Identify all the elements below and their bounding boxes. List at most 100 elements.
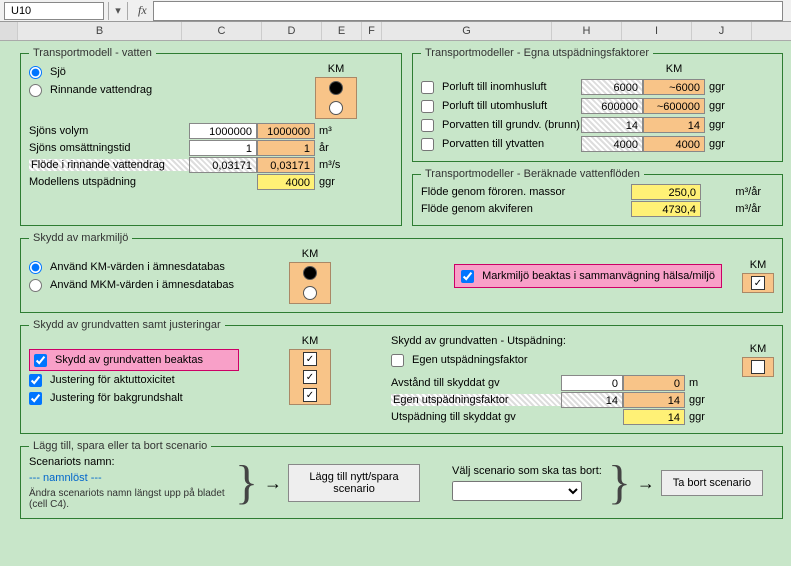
fs-skydd-markmiljo: Skydd av markmiljö Använd KM-värden i äm… <box>20 232 783 313</box>
col-D[interactable]: D <box>262 22 322 40</box>
unit: ggr <box>685 394 715 406</box>
column-headers: B C D E F G H I J <box>0 22 791 41</box>
col-G[interactable]: G <box>382 22 552 40</box>
label-aktut: Justering för aktuttoxicitet <box>50 374 175 386</box>
fs-beraknade-floden: Transportmodeller - Beräknade vattenflöd… <box>412 168 783 226</box>
name-label: Scenariots namn: <box>29 456 229 468</box>
km-header: KM <box>289 335 331 347</box>
val-c[interactable]: 1 <box>189 140 257 156</box>
km-dot[interactable] <box>303 286 317 300</box>
chk-aktut[interactable] <box>29 374 42 387</box>
val-i: 14 <box>643 117 705 133</box>
select-all-corner[interactable] <box>0 22 18 40</box>
km-chk[interactable] <box>751 276 765 290</box>
label-bakgrund: Justering för bakgrundshalt <box>50 392 183 404</box>
col-B[interactable]: B <box>18 22 182 40</box>
km-chk[interactable] <box>303 370 317 384</box>
unit: m³/s <box>315 159 351 171</box>
chk-markmiljo[interactable] <box>461 270 474 283</box>
val-h: 4000 <box>581 136 643 152</box>
radio-sjo[interactable] <box>29 66 42 79</box>
km-chk-box <box>742 357 774 377</box>
km-chk[interactable] <box>303 352 317 366</box>
val-h: 600000 <box>581 98 643 114</box>
unit: ggr <box>705 119 737 131</box>
col-C[interactable]: C <box>182 22 262 40</box>
km-header: KM <box>643 63 705 75</box>
legend: Skydd av grundvatten samt justeringar <box>29 319 225 331</box>
fx-label[interactable]: fx <box>138 3 147 18</box>
formula-bar: U10 ▾ fx <box>0 0 791 22</box>
label-sjo: Sjö <box>50 66 66 78</box>
col-J[interactable]: J <box>692 22 752 40</box>
row-label: Porvatten till grundv. (brunn) <box>442 119 580 131</box>
label-km: Använd KM-värden i ämnesdatabas <box>50 261 225 273</box>
name-box[interactable]: U10 <box>4 2 104 20</box>
km-chk[interactable] <box>303 388 317 402</box>
km-dot[interactable] <box>329 101 343 115</box>
row-label: Porvatten till ytvatten <box>442 138 544 150</box>
unit: ggr <box>705 100 737 112</box>
unit: ggr <box>705 81 737 93</box>
km-radio-box <box>315 77 357 119</box>
chk[interactable] <box>421 81 434 94</box>
val-c[interactable]: 1000000 <box>189 123 257 139</box>
fs-transport-vatten: Transportmodell - vatten Sjö Rinnande va… <box>20 47 402 226</box>
radio-rinnande[interactable] <box>29 84 42 97</box>
arrow-right-icon: → <box>637 473 655 494</box>
right-title: Skydd av grundvatten - Utspädning: <box>391 335 774 347</box>
scenario-name: --- namnlöst --- <box>29 472 229 484</box>
chk-bakgrund[interactable] <box>29 392 42 405</box>
col-E[interactable]: E <box>322 22 362 40</box>
scenario-note: Ändra scenariots namn längst upp på blad… <box>29 488 229 510</box>
formula-input[interactable] <box>153 1 783 21</box>
km-dot-selected[interactable] <box>329 81 343 95</box>
km-header: KM <box>742 259 774 271</box>
unit: år <box>315 142 351 154</box>
radio-km[interactable] <box>29 261 42 274</box>
row-label: Porluft till utomhusluft <box>442 100 547 112</box>
val-h: 6000 <box>581 79 643 95</box>
val-i: 14 <box>623 409 685 425</box>
unit: ggr <box>685 411 715 423</box>
label-rinnande: Rinnande vattendrag <box>50 84 152 96</box>
km-header: KM <box>289 248 331 260</box>
km-dot-selected[interactable] <box>303 266 317 280</box>
val-d: 4000 <box>257 174 315 190</box>
chk[interactable] <box>421 119 434 132</box>
val-i: ~600000 <box>643 98 705 114</box>
legend: Transportmodell - vatten <box>29 47 156 59</box>
km-chk[interactable] <box>751 360 765 374</box>
chk-skydd-gv[interactable] <box>34 354 47 367</box>
label-skydd-gv: Skydd av grundvatten beaktas <box>55 354 203 366</box>
col-F[interactable]: F <box>362 22 382 40</box>
chk-egen[interactable] <box>391 354 404 367</box>
select-scenario[interactable] <box>452 481 582 501</box>
chk[interactable] <box>421 138 434 151</box>
val-d: 1000000 <box>257 123 315 139</box>
unit: m³ <box>315 125 351 137</box>
brace-icon: } <box>608 463 631 503</box>
btn-add-scenario[interactable]: Lägg till nytt/spara scenario <box>288 464 420 502</box>
legend: Transportmodeller - Egna utspädningsfakt… <box>421 47 653 59</box>
name-box-dropdown[interactable]: ▾ <box>108 2 128 20</box>
row-label: Sjöns volym <box>29 125 189 137</box>
fs-scenario: Lägg till, spara eller ta bort scenario … <box>20 440 783 519</box>
val-d: 1 <box>257 140 315 156</box>
col-I[interactable]: I <box>622 22 692 40</box>
unit: m <box>685 377 715 389</box>
km-header: KM <box>315 63 357 75</box>
km-header: KM <box>742 343 774 355</box>
col-H[interactable]: H <box>552 22 622 40</box>
label-mkm: Använd MKM-värden i ämnesdatabas <box>50 279 234 291</box>
val: 250,0 <box>631 184 701 200</box>
val: 4730,4 <box>631 201 701 217</box>
row-label: Porluft till inomhusluft <box>442 81 547 93</box>
radio-mkm[interactable] <box>29 279 42 292</box>
val-h: 14 <box>581 117 643 133</box>
row-label: Modellens utspädning <box>29 176 189 188</box>
unit: ggr <box>315 176 351 188</box>
val-h[interactable]: 0 <box>561 375 623 391</box>
chk[interactable] <box>421 100 434 113</box>
btn-delete-scenario[interactable]: Ta bort scenario <box>661 470 763 496</box>
